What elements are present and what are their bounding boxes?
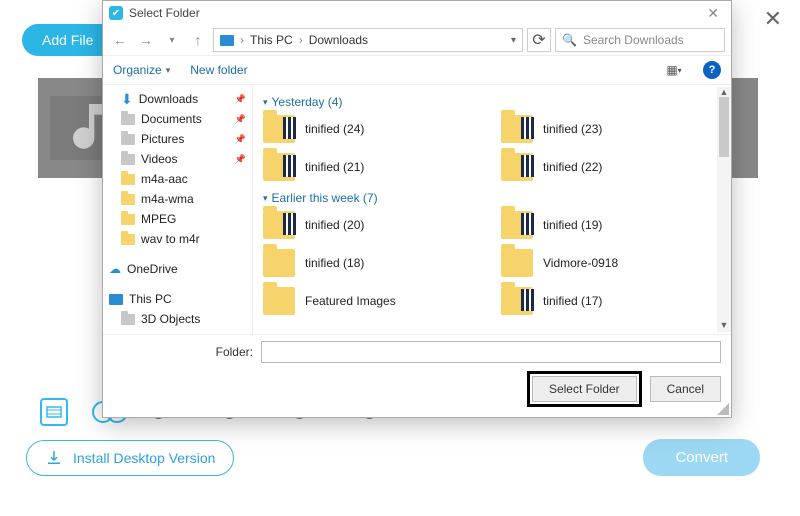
chevron-down-icon[interactable]: ▾	[511, 35, 516, 46]
tree-item[interactable]: 3D Objects	[103, 309, 252, 329]
new-folder-button[interactable]: New folder	[190, 63, 247, 77]
app-close-icon[interactable]: ✕	[764, 6, 782, 32]
tree-item[interactable]: Desktop	[103, 329, 252, 334]
folder-icon	[263, 153, 295, 181]
tree-item-onedrive[interactable]: ☁OneDrive	[103, 259, 252, 279]
folder-item[interactable]: tinified (22)	[501, 153, 721, 181]
folder-icon	[501, 287, 533, 315]
folder-input[interactable]	[261, 341, 721, 363]
tree-item[interactable]: wav to m4r	[103, 229, 252, 249]
help-icon[interactable]: ?	[703, 61, 721, 79]
pin-icon: 📌	[235, 134, 246, 145]
nav-up-icon[interactable]: ↑	[187, 29, 209, 51]
app-icon: ✔	[109, 6, 123, 20]
search-input[interactable]: 🔍 Search Downloads	[555, 28, 725, 52]
address-bar[interactable]: › This PC › Downloads ▾	[213, 28, 523, 52]
cloud-icon: ☁	[109, 262, 121, 276]
chevron-down-icon: ▾	[263, 193, 268, 204]
close-icon[interactable]: ✕	[701, 5, 725, 22]
refresh-icon[interactable]: ⟳	[527, 28, 551, 52]
pin-icon: 📌	[235, 114, 246, 125]
folder-icon	[263, 115, 295, 143]
folder-name: tinified (23)	[543, 122, 602, 136]
folder-name: tinified (22)	[543, 160, 602, 174]
view-options-icon[interactable]: ▦▾	[665, 61, 683, 79]
monitor-icon	[109, 294, 123, 305]
folder-item[interactable]: tinified (23)	[501, 115, 721, 143]
folder-icon	[121, 174, 135, 185]
folder-icon	[121, 214, 135, 225]
video-format-icon[interactable]	[40, 398, 68, 426]
tree-item[interactable]: m4a-aac	[103, 169, 252, 189]
scroll-down-icon[interactable]: ▼	[717, 320, 731, 332]
tree-item[interactable]: ⬇Downloads📌	[103, 89, 252, 109]
nav-recent-icon[interactable]: ▾	[161, 29, 183, 51]
nav-forward-icon[interactable]: →	[135, 29, 157, 51]
add-file-button[interactable]: Add File	[22, 24, 111, 56]
dialog-title: Select Folder	[129, 6, 200, 20]
convert-button[interactable]: Convert	[643, 439, 760, 476]
folder-label: Folder:	[113, 345, 253, 359]
folder-item[interactable]: Vidmore-0918	[501, 249, 721, 277]
pin-icon: 📌	[235, 154, 246, 165]
folder-icon	[501, 211, 533, 239]
search-icon: 🔍	[562, 33, 577, 47]
folder-item[interactable]: tinified (18)	[263, 249, 483, 277]
folder-name: tinified (19)	[543, 218, 602, 232]
install-desktop-button[interactable]: Install Desktop Version	[26, 440, 234, 476]
folder-icon	[121, 234, 135, 245]
scrollbar[interactable]: ▲ ▼	[717, 87, 731, 332]
desktop-icon	[121, 334, 135, 335]
folder-icon	[501, 249, 533, 277]
folder-icon	[121, 154, 135, 165]
folder-name: tinified (24)	[305, 122, 364, 136]
folder-name: tinified (17)	[543, 294, 602, 308]
folder-icon	[121, 194, 135, 205]
cancel-button[interactable]: Cancel	[650, 376, 721, 402]
tree-item[interactable]: m4a-wma	[103, 189, 252, 209]
resize-grip-icon[interactable]	[717, 403, 729, 415]
folder-icon	[263, 211, 295, 239]
folder-name: Featured Images	[305, 294, 396, 308]
breadcrumb-root[interactable]: This PC	[250, 33, 293, 47]
folder-item[interactable]: tinified (17)	[501, 287, 721, 315]
tree-item-thispc[interactable]: This PC	[103, 289, 252, 309]
download-icon: ⬇	[121, 91, 133, 108]
folder-name: tinified (20)	[305, 218, 364, 232]
folder-icon	[121, 314, 135, 325]
folder-icon	[121, 134, 135, 145]
group-header[interactable]: ▾Earlier this week (7)	[263, 191, 721, 205]
folder-icon	[121, 114, 135, 125]
file-list[interactable]: ▾Yesterday (4) tinified (24) tinified (2…	[253, 85, 731, 334]
folder-name: Vidmore-0918	[543, 256, 618, 270]
folder-icon	[263, 249, 295, 277]
tree-item[interactable]: Pictures📌	[103, 129, 252, 149]
folder-tree[interactable]: ⬇Downloads📌Documents📌Pictures📌Videos📌m4a…	[103, 85, 253, 334]
monitor-icon	[220, 35, 234, 46]
folder-item[interactable]: tinified (21)	[263, 153, 483, 181]
folder-icon	[501, 115, 533, 143]
folder-item[interactable]: tinified (19)	[501, 211, 721, 239]
organize-menu[interactable]: Organize▾	[113, 63, 170, 77]
pin-icon: 📌	[235, 94, 246, 105]
folder-item[interactable]: tinified (24)	[263, 115, 483, 143]
nav-back-icon[interactable]: ←	[109, 29, 131, 51]
tree-item[interactable]: Documents📌	[103, 109, 252, 129]
folder-item[interactable]: tinified (20)	[263, 211, 483, 239]
folder-name: tinified (18)	[305, 256, 364, 270]
breadcrumb-child[interactable]: Downloads	[309, 33, 368, 47]
folder-name: tinified (21)	[305, 160, 364, 174]
scroll-thumb[interactable]	[719, 97, 729, 157]
select-folder-button[interactable]: Select Folder	[532, 376, 637, 402]
tree-item[interactable]: Videos📌	[103, 149, 252, 169]
folder-icon	[263, 287, 295, 315]
select-folder-dialog: ✔ Select Folder ✕ ← → ▾ ↑ › This PC › Do…	[102, 0, 732, 418]
tree-item[interactable]: MPEG	[103, 209, 252, 229]
folder-icon	[501, 153, 533, 181]
folder-item[interactable]: Featured Images	[263, 287, 483, 315]
group-header[interactable]: ▾Yesterday (4)	[263, 95, 721, 109]
chevron-down-icon: ▾	[263, 97, 268, 108]
